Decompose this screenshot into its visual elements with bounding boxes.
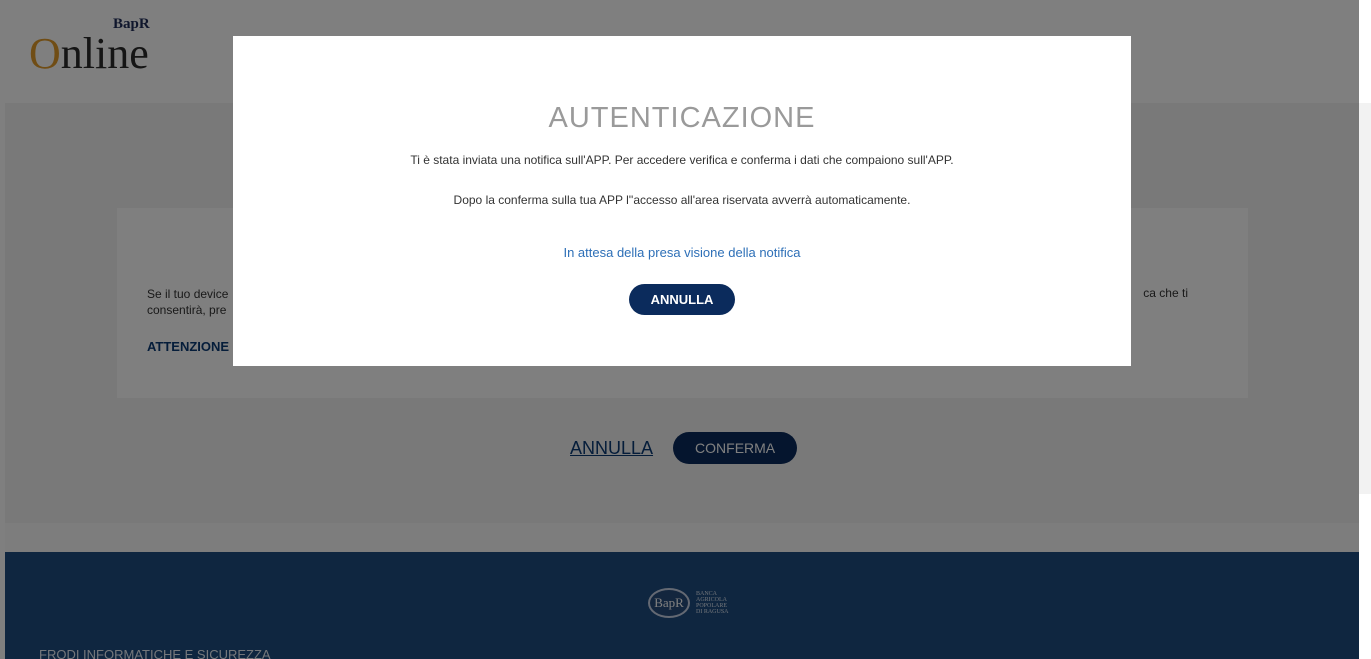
modal-annulla-button[interactable]: ANNULLA <box>629 284 735 315</box>
modal-title: AUTENTICAZIONE <box>548 102 816 134</box>
authentication-modal: AUTENTICAZIONE Ti è stata inviata una no… <box>233 36 1131 366</box>
scroll-area <box>1359 494 1371 659</box>
notification-status: In attesa della presa visione della noti… <box>563 245 801 260</box>
modal-confirm-info: Dopo la conferma sulla tua APP l''access… <box>453 193 911 207</box>
modal-instructions: Ti è stata inviata una notifica sull'APP… <box>410 153 954 167</box>
page: Online BapR Se il tuo device consentirà,… <box>0 0 1371 659</box>
